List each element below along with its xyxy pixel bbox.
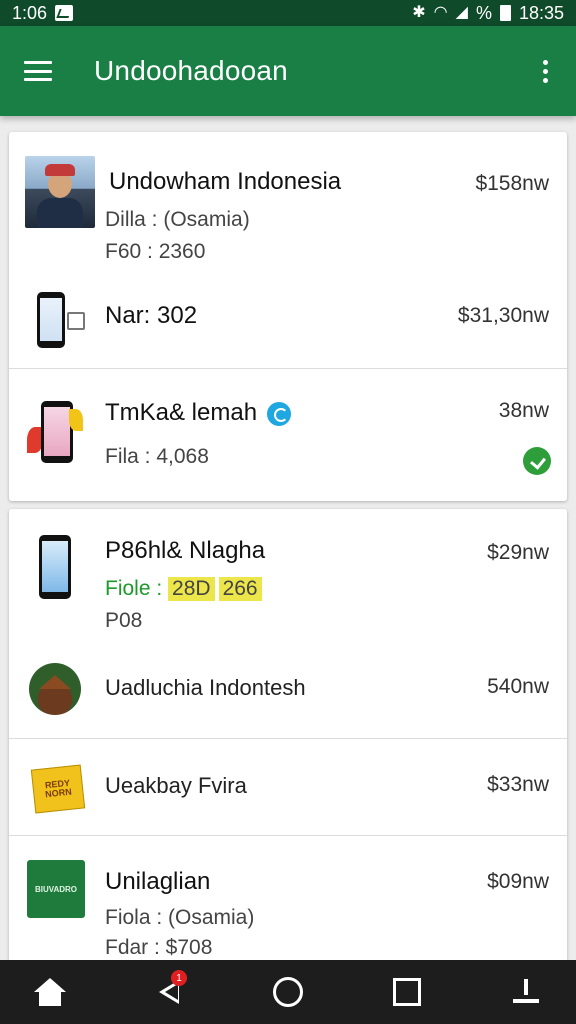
more-options-icon[interactable] bbox=[539, 54, 552, 89]
item-detail: F60 : 2360 bbox=[105, 240, 206, 263]
notification-icon bbox=[55, 5, 74, 21]
list-item[interactable]: BIUVADRO Unilaglian Fiola : (Osamia) Fda… bbox=[9, 836, 567, 969]
check-icon[interactable] bbox=[523, 447, 551, 475]
item-price: 540nw bbox=[487, 675, 549, 698]
square-icon bbox=[393, 978, 421, 1006]
list-item[interactable]: Nar: 302 $31,30nw bbox=[9, 262, 567, 368]
item-name: TmKa& lemah bbox=[105, 399, 258, 426]
home-button[interactable] bbox=[30, 972, 70, 1012]
battery-percent: % bbox=[475, 2, 492, 23]
list-item[interactable]: Undowham Indonesia Dilla : (Osamia) F60 … bbox=[9, 132, 567, 263]
item-price: 38nw bbox=[498, 399, 549, 422]
phone-thumbnail bbox=[39, 535, 71, 599]
phone-thumbnail bbox=[37, 292, 65, 348]
status-bar: 1:06 ✱ ◠ ◢ % 18:35 bbox=[0, 0, 576, 26]
status-time-left: 1:06 bbox=[12, 2, 48, 23]
phone-accessory-icon bbox=[67, 312, 85, 330]
app-bar: Undoohadooan bbox=[0, 26, 576, 116]
item-detail: Dilla : (Osamia) bbox=[105, 208, 250, 231]
home-icon bbox=[34, 978, 66, 1006]
item-price: $33nw bbox=[487, 773, 549, 796]
item-name: Undowham Indonesia bbox=[109, 168, 342, 195]
circle-icon bbox=[273, 977, 303, 1007]
status-time-right: 18:35 bbox=[518, 2, 564, 23]
brand-swoosh-icon bbox=[69, 409, 83, 431]
item-price: $158nw bbox=[475, 172, 549, 195]
item-name: P86hl& Nlagha bbox=[105, 537, 266, 564]
item-detail: P08 bbox=[105, 609, 143, 632]
bluetooth-icon: ✱ bbox=[412, 4, 426, 21]
verified-icon bbox=[267, 401, 292, 426]
item-detail: Fila : 4,068 bbox=[105, 445, 209, 468]
card-group-2: P86hl& Nlagha Fiole : 28D 266 P08 $29nw U… bbox=[9, 509, 567, 969]
list-item[interactable]: P86hl& Nlagha Fiole : 28D 266 P08 $29nw bbox=[9, 509, 567, 639]
item-detail: Fiola : (Osamia) bbox=[105, 906, 255, 929]
menu-icon[interactable] bbox=[24, 61, 52, 81]
wifi-icon: ◠ bbox=[433, 4, 448, 21]
person-photo bbox=[25, 156, 95, 228]
item-detail-label: Fiole : bbox=[105, 577, 163, 600]
download-button[interactable] bbox=[506, 972, 546, 1012]
download-icon bbox=[511, 977, 541, 1007]
sticker-thumbnail: REDY NORN bbox=[30, 764, 86, 814]
item-price: $09nw bbox=[487, 870, 549, 893]
item-name: Ueakbay Fvira bbox=[105, 773, 247, 798]
item-price: $31,30nw bbox=[457, 304, 549, 327]
navigation-bar: 1 bbox=[0, 960, 576, 1024]
recents-button[interactable] bbox=[387, 972, 427, 1012]
notification-badge: 1 bbox=[171, 970, 187, 986]
list-item[interactable]: Uadluchia Indontesh 540nw bbox=[9, 639, 567, 739]
battery-icon bbox=[499, 5, 511, 21]
brand-logo-thumbnail: BIUVADRO bbox=[27, 860, 85, 918]
item-name: Uadluchia Indontesh bbox=[105, 675, 306, 700]
item-name: Unilaglian bbox=[105, 868, 211, 895]
item-name: Nar: 302 bbox=[105, 302, 198, 329]
app-title: Undoohadooan bbox=[94, 55, 288, 86]
home-circle-button[interactable] bbox=[268, 972, 308, 1012]
highlight-badge: 266 bbox=[218, 577, 262, 601]
highlight-badge: 28D bbox=[168, 577, 215, 601]
item-detail: Fdar : $708 bbox=[105, 936, 213, 959]
item-price: $29nw bbox=[487, 541, 549, 564]
card-group-1: Undowham Indonesia Dilla : (Osamia) F60 … bbox=[9, 132, 567, 501]
list-item[interactable]: TmKa& lemah Fila : 4,068 38nw bbox=[9, 369, 567, 501]
list-item[interactable]: REDY NORN Ueakbay Fvira $33nw bbox=[9, 739, 567, 836]
back-button[interactable]: 1 bbox=[149, 970, 189, 1012]
temple-thumbnail bbox=[29, 663, 81, 715]
signal-icon: ◢ bbox=[455, 4, 468, 21]
